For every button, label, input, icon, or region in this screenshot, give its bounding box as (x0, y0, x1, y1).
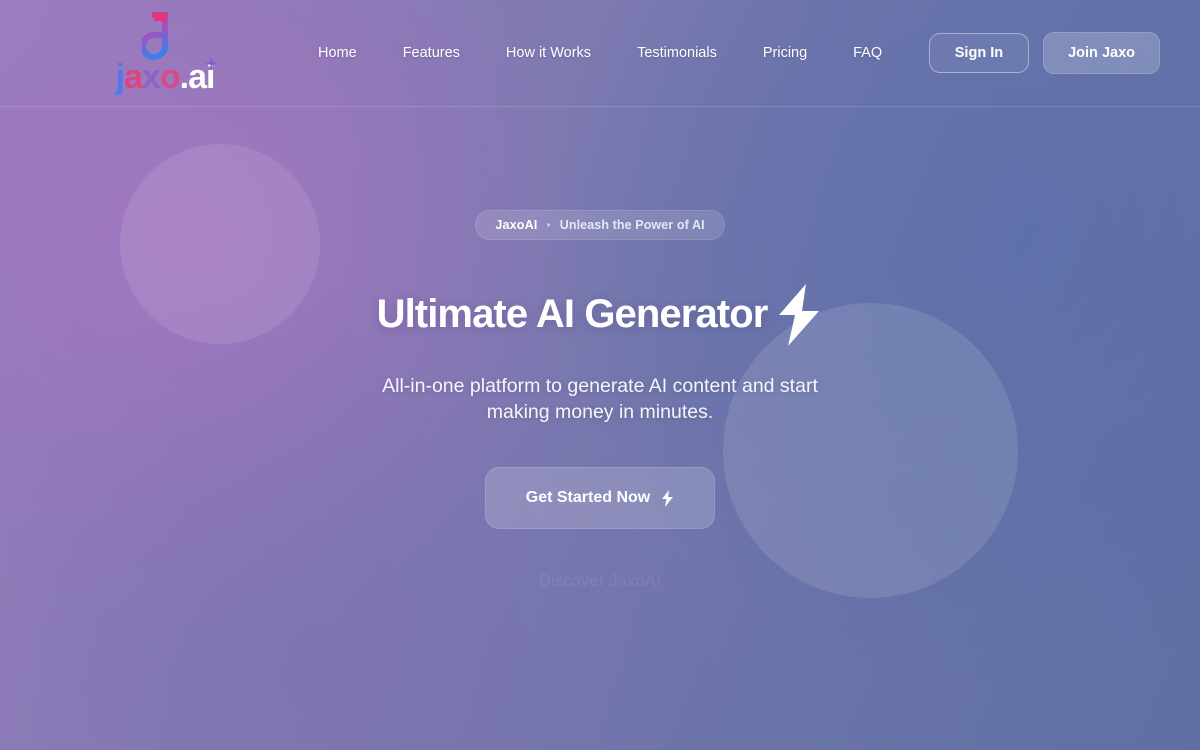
main-navigation: Home Features How it Works Testimonials … (318, 45, 882, 61)
logo-wordmark: jaxo.ai (115, 57, 219, 96)
logo-j-mark-icon (142, 12, 168, 61)
nav-item-faq[interactable]: FAQ (853, 45, 882, 61)
logo-letter-o: o (159, 58, 181, 96)
hero-subtitle: All-in-one platform to generate AI conte… (382, 375, 818, 423)
discover-label: Discover JaxoAI (538, 572, 662, 591)
page-title: Ultimate AI Generator (376, 292, 769, 336)
lightning-bolt-icon (779, 284, 820, 346)
hero-badge-text: Unleash the Power of AI (559, 218, 705, 232)
hero-section: JaxoAI • Unleash the Power of AI Ultimat… (0, 107, 1200, 750)
get-started-button[interactable]: Get Started Now (484, 467, 716, 530)
get-started-label: Get Started Now (525, 489, 651, 507)
nav-item-pricing[interactable]: Pricing (763, 45, 807, 61)
hero-badge[interactable]: JaxoAI • Unleash the Power of AI (475, 210, 725, 240)
logo[interactable]: jaxo.ai (90, 12, 240, 94)
hero-badge-separator: • (546, 218, 551, 232)
join-jaxo-button[interactable]: Join Jaxo (1043, 32, 1160, 74)
logo-letter-j: j (115, 58, 126, 96)
nav-item-home[interactable]: Home (318, 45, 357, 61)
logo-letter-a: a (124, 58, 143, 96)
header-actions: Sign In Join Jaxo (928, 32, 1160, 74)
sign-in-button[interactable]: Sign In (928, 33, 1030, 73)
nav-item-testimonials[interactable]: Testimonials (637, 45, 717, 61)
nav-item-features[interactable]: Features (403, 45, 460, 61)
sparkle-icon (205, 57, 219, 70)
site-header: jaxo.ai Home Features How it Works Testi… (0, 0, 1200, 107)
logo-dot: . (179, 58, 190, 96)
nav-item-how-it-works[interactable]: How it Works (506, 45, 591, 61)
bolt-small-icon (662, 489, 674, 507)
hero-badge-brand: JaxoAI (495, 218, 538, 232)
logo-letter-x: x (141, 58, 161, 96)
hero-title-row: Ultimate AI Generator (377, 282, 824, 346)
